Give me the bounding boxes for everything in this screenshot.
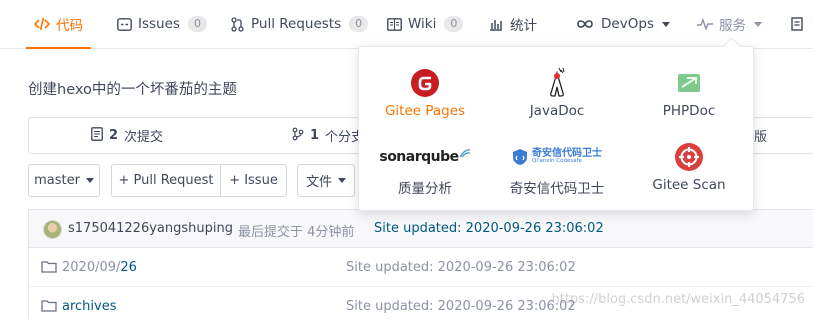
services-dropdown: Gitee Pages JavaDoc PHPDoc sonarqube 质量分… <box>358 46 754 211</box>
file-path-prefix: 2020/09/ <box>62 260 121 275</box>
issues-count-badge: 0 <box>187 16 207 32</box>
service-label: Gitee Pages <box>384 103 466 119</box>
wiki-icon <box>386 16 402 32</box>
tab-code-label: 代码 <box>56 18 83 34</box>
service-gitee-pages[interactable]: Gitee Pages <box>359 65 491 135</box>
file-menu-label: 文件 <box>305 175 332 190</box>
service-label: 质量分析 <box>398 181 452 197</box>
commits-count: 2 <box>109 128 119 143</box>
service-gitee-scan[interactable]: Gitee Scan <box>623 139 755 209</box>
releases-stat[interactable]: 版 <box>754 118 767 153</box>
repo-description: 创建hexo中的一个坏番茄的主题 <box>28 82 237 98</box>
service-pulse-icon <box>697 16 713 32</box>
table-row[interactable]: 2020/09/26 Site updated: 2020-09-26 23:0… <box>29 249 813 287</box>
qianxin-icon: 奇安信代码卫士 Qi'anxin Codesafe <box>512 139 602 175</box>
tab-pull-requests[interactable]: Pull Requests 0 <box>229 0 369 48</box>
commits-icon <box>91 126 103 145</box>
qianxin-logo-subtext: Qi'anxin Codesafe <box>532 158 582 165</box>
commits-label: 次提交 <box>124 130 164 145</box>
commit-author[interactable]: s175041226yangshuping <box>68 221 233 236</box>
tab-pull-requests-label: Pull Requests <box>251 16 342 32</box>
tab-issues-label: Issues <box>138 16 180 32</box>
tab-wiki-label: Wiki <box>408 16 437 32</box>
watermark: https://blog.csdn.net/weixin_44054756 <box>551 292 805 307</box>
latest-commit-row: s175041226yangshuping 最后提交于 4分钟前 Site up… <box>29 210 813 248</box>
service-javadoc[interactable]: JavaDoc <box>491 65 623 135</box>
manage-icon <box>790 16 806 32</box>
avatar[interactable] <box>43 220 62 239</box>
javadoc-icon <box>544 65 570 101</box>
new-pull-request-button[interactable]: + Pull Request <box>111 164 221 197</box>
commit-message[interactable]: Site updated: 2020-09-26 23:06:02 <box>374 221 604 236</box>
service-label: JavaDoc <box>529 103 585 119</box>
sonarqube-icon: sonarqube <box>379 139 470 175</box>
repo-nav-tabs: 代码 Issues 0 Pull Requests 0 Wiki 0 统计 De… <box>0 0 813 49</box>
file-commit-message[interactable]: Site updated: 2020-09-26 23:06:02 <box>346 299 576 314</box>
tab-devops-label: DevOps <box>601 16 654 32</box>
folder-icon <box>41 299 57 316</box>
service-label: Gitee Scan <box>652 177 726 193</box>
new-pull-request-label: + Pull Request <box>118 173 214 188</box>
pull-request-icon <box>229 16 245 32</box>
service-quality-analysis[interactable]: sonarqube 质量分析 <box>359 139 491 209</box>
tab-services-label: 服务 <box>719 18 746 34</box>
gitee-pages-icon <box>410 65 440 101</box>
tab-wiki[interactable]: Wiki 0 <box>386 0 464 48</box>
service-phpdoc[interactable]: PHPDoc <box>623 65 755 135</box>
wiki-count-badge: 0 <box>444 16 464 32</box>
chevron-down-icon <box>661 21 670 27</box>
branch-icon <box>292 127 304 145</box>
file-name-link[interactable]: 26 <box>120 260 137 275</box>
tab-code[interactable]: 代码 <box>26 0 91 49</box>
commits-stat[interactable]: 2 次提交 <box>91 118 163 153</box>
tab-stats-label: 统计 <box>510 18 537 34</box>
tab-manage[interactable]: 管 <box>790 0 813 48</box>
chevron-down-icon <box>338 178 346 183</box>
phpdoc-icon <box>676 65 702 101</box>
new-issue-button[interactable]: + Issue <box>221 164 287 197</box>
service-label: PHPDoc <box>662 103 716 119</box>
tab-issues[interactable]: Issues 0 <box>116 0 207 48</box>
file-menu-button[interactable]: 文件 <box>297 164 355 197</box>
branch-select[interactable]: master <box>28 164 100 197</box>
chevron-down-icon <box>754 21 762 27</box>
branches-count: 1 <box>310 128 320 143</box>
releases-label: 版 <box>754 130 768 145</box>
service-qianxin-codesafe[interactable]: 奇安信代码卫士 Qi'anxin Codesafe 奇安信代码卫士 <box>491 139 623 209</box>
issues-icon <box>116 16 132 32</box>
gitee-scan-icon <box>674 139 704 175</box>
new-issue-label: + Issue <box>229 173 278 188</box>
chevron-down-icon <box>85 178 94 183</box>
branch-select-value: master <box>34 173 80 188</box>
file-name[interactable]: 2020/09/26 <box>62 260 137 275</box>
service-label: 奇安信代码卫士 <box>509 181 605 197</box>
devops-icon <box>575 16 595 32</box>
commit-meta: 最后提交于 4分钟前 <box>238 225 355 240</box>
stats-icon <box>488 16 504 32</box>
file-name-link[interactable]: archives <box>62 299 117 314</box>
tab-devops[interactable]: DevOps <box>575 0 670 48</box>
folder-icon <box>41 260 57 277</box>
file-commit-message[interactable]: Site updated: 2020-09-26 23:06:02 <box>346 260 576 275</box>
tab-stats[interactable]: 统计 <box>488 0 537 48</box>
pull-requests-count-badge: 0 <box>349 16 369 32</box>
code-icon <box>34 16 50 32</box>
branches-stat[interactable]: 1 个分支 <box>292 118 364 153</box>
